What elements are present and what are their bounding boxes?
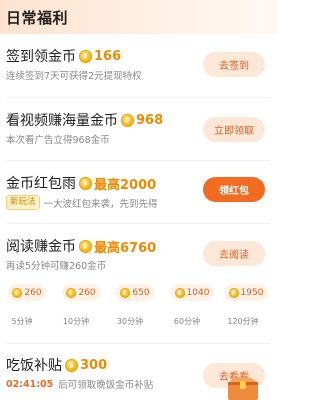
task-description: 连续签到7天可获得2元提现特权	[6, 71, 142, 82]
divider	[6, 97, 271, 98]
reward-pill: 1040	[170, 284, 214, 301]
daily-welfare-page: 日常福利 签到领金币 166 连续签到7天可获得2元提现特权 去签到 看视频赚海…	[0, 0, 277, 400]
reward-amount: 650	[132, 287, 150, 298]
task-watch-video: 看视频赚海量金币 968 本次看广告立得968金币 立即领取	[0, 110, 277, 150]
task-amount: 300	[80, 357, 108, 373]
coin-icon	[120, 287, 131, 298]
time-label: 5分钟	[11, 317, 33, 326]
coin-icon	[66, 287, 77, 298]
time-label: 30分钟	[116, 317, 144, 326]
claim-now-button[interactable]: 立即领取	[203, 117, 265, 142]
coin-icon	[79, 49, 92, 63]
task-amount: 最高6760	[94, 240, 157, 256]
sign-in-button[interactable]: 去签到	[203, 52, 265, 77]
go-read-button[interactable]: 去阅读	[203, 241, 265, 266]
reward-amount: 1950	[240, 287, 264, 298]
coin-icon	[12, 287, 23, 298]
reward-amount: 260	[24, 287, 42, 298]
task-amount: 最高2000	[94, 177, 157, 193]
reward-amount: 260	[78, 287, 96, 298]
task-title: 阅读赚金币	[6, 239, 76, 255]
section-title: 日常福利	[6, 8, 69, 27]
task-title: 金币红包雨	[6, 176, 76, 192]
reward-pill: 260	[8, 284, 46, 301]
coin-icon	[174, 287, 185, 298]
task-red-packet-rain: 金币红包雨 最高2000 新玩法 一大波红包来袭，先到先得 领红包	[0, 173, 277, 213]
time-label: 60分钟	[173, 317, 201, 326]
task-description: 后可领取晚饭金币补贴	[58, 380, 154, 391]
coin-icon	[79, 239, 92, 253]
task-description: 一大波红包来袭，先到先得	[43, 198, 158, 210]
time-label: 120分钟	[227, 317, 259, 326]
task-description: 再读5分钟可赚260金币	[6, 261, 107, 272]
reward-amount: 1040	[186, 287, 210, 298]
task-title: 吃饭补贴	[6, 358, 62, 374]
countdown-timer: 02:41:05	[6, 378, 54, 390]
coin-icon	[121, 113, 134, 127]
divider	[6, 160, 271, 161]
treasure-chest-icon	[228, 376, 258, 400]
reward-pill: 650	[116, 284, 154, 301]
reading-progress: 260 260 650 1040 1950 5分钟 10分钟 30分钟 60分钟…	[0, 280, 277, 332]
task-amount: 968	[136, 112, 164, 128]
time-label: 10分钟	[62, 317, 90, 326]
task-title: 看视频赚海量金币	[6, 113, 118, 129]
divider	[6, 343, 271, 344]
task-amount: 166	[94, 48, 122, 64]
coin-icon	[228, 287, 239, 298]
new-feature-badge: 新玩法	[6, 195, 40, 210]
reward-pill: 260	[62, 284, 100, 301]
section-header: 日常福利	[0, 0, 277, 34]
get-red-packet-button[interactable]: 领红包	[203, 177, 265, 202]
task-title: 签到领金币	[6, 49, 76, 65]
coin-icon	[65, 358, 78, 372]
reward-pill: 1950	[224, 284, 268, 301]
task-sign-in: 签到领金币 166 连续签到7天可获得2元提现特权 去签到	[0, 46, 277, 86]
task-description: 本次看广告立得968金币	[6, 135, 110, 146]
divider	[6, 223, 271, 224]
task-reading: 阅读赚金币 最高6760 再读5分钟可赚260金币 去阅读	[0, 236, 277, 276]
coin-icon	[79, 176, 92, 190]
